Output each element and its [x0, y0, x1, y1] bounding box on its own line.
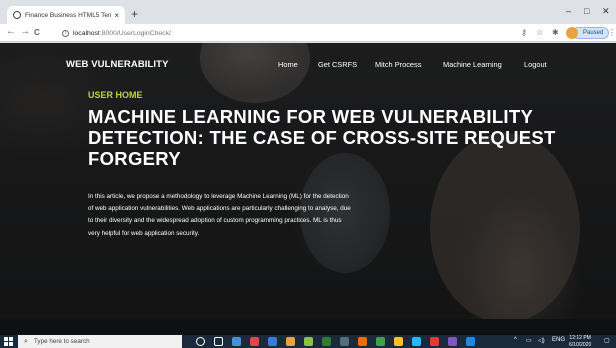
url-host: localhost: [73, 29, 100, 37]
clock-date: 6/10/2020: [569, 341, 592, 348]
globe-icon: [13, 11, 21, 19]
app-icon[interactable]: [412, 337, 421, 346]
task-view-icon[interactable]: [214, 337, 223, 346]
close-window-button[interactable]: ✕: [602, 6, 610, 17]
app-icon[interactable]: [250, 337, 259, 346]
menu-kebab-icon[interactable]: ⋮: [608, 28, 616, 37]
app-icon[interactable]: [232, 337, 241, 346]
star-icon[interactable]: ☆: [536, 28, 543, 37]
notifications-icon[interactable]: ▢: [604, 337, 610, 344]
search-icon: ⌕: [24, 337, 28, 345]
search-placeholder: Type here to search: [33, 338, 90, 345]
windows-taskbar: ⌕ Type here to search ^ ▭ ◁) ENG 12:12 P…: [0, 335, 616, 348]
browser-tab[interactable]: Finance Business HTML5 Templa ×: [7, 6, 125, 24]
app-icon[interactable]: [268, 337, 277, 346]
network-icon[interactable]: ▭: [526, 337, 532, 344]
tab-close-button[interactable]: ×: [114, 11, 119, 20]
nav-machine-learning[interactable]: Machine Learning: [443, 60, 502, 69]
app-icon[interactable]: [448, 337, 457, 346]
nav-logout[interactable]: Logout: [524, 60, 547, 69]
app-icon[interactable]: [358, 337, 367, 346]
app-icon[interactable]: [286, 337, 295, 346]
page-description: In this article, we propose a methodolog…: [88, 193, 351, 237]
new-tab-button[interactable]: +: [131, 7, 138, 21]
section-eyebrow: USER HOME: [88, 90, 143, 100]
url-path: :8000/UserLoginCheck/: [99, 29, 171, 37]
cortana-icon[interactable]: [196, 337, 205, 346]
browser-toolbar: ← → C i localhost :8000/UserLoginCheck/ …: [0, 24, 616, 42]
browser-window: Finance Business HTML5 Templa × + – □ ✕ …: [0, 0, 616, 335]
windows-start-icon[interactable]: [4, 337, 13, 346]
info-icon[interactable]: i: [62, 29, 69, 37]
app-icon[interactable]: [322, 337, 331, 346]
volume-icon[interactable]: ◁): [538, 337, 545, 344]
nav-mitch-process[interactable]: Mitch Process: [375, 60, 421, 69]
back-button[interactable]: ←: [6, 26, 16, 37]
site-brand[interactable]: WEB VULNERABILITY: [66, 59, 169, 70]
key-icon[interactable]: ⚷: [521, 28, 527, 37]
tab-strip: Finance Business HTML5 Templa × + – □ ✕: [0, 0, 616, 24]
app-icon[interactable]: [304, 337, 313, 346]
extensions-icon[interactable]: ✱: [552, 28, 559, 37]
app-icon[interactable]: [376, 337, 385, 346]
address-bar[interactable]: i localhost :8000/UserLoginCheck/: [58, 26, 516, 40]
hero-overlay: [0, 43, 616, 319]
page-title: MACHINE LEARNING FOR WEB VULNERABILITY D…: [88, 106, 556, 169]
forward-button[interactable]: →: [20, 26, 30, 37]
taskbar-clock[interactable]: 12:12 PM 6/10/2020: [569, 335, 591, 348]
page-hero: WEB VULNERABILITY Home Get CSRFS Mitch P…: [0, 43, 616, 319]
minimize-button[interactable]: –: [566, 6, 571, 16]
input-method-icon[interactable]: ENG: [552, 337, 565, 343]
clock-time: 12:12 PM: [569, 335, 591, 341]
avatar[interactable]: [566, 27, 578, 39]
reload-button[interactable]: C: [34, 28, 40, 37]
page-footer-strip: [0, 319, 616, 335]
app-icon[interactable]: [430, 337, 439, 346]
taskbar-search-input[interactable]: ⌕ Type here to search: [18, 335, 182, 348]
app-icon[interactable]: [394, 337, 403, 346]
tab-title: Finance Business HTML5 Templa: [25, 11, 112, 19]
maximize-button[interactable]: □: [584, 6, 589, 16]
app-icon[interactable]: [340, 337, 349, 346]
tray-chevron-icon[interactable]: ^: [514, 337, 517, 343]
nav-get-csrfs[interactable]: Get CSRFS: [318, 60, 357, 69]
app-icon[interactable]: [466, 337, 475, 346]
nav-home[interactable]: Home: [278, 60, 298, 69]
